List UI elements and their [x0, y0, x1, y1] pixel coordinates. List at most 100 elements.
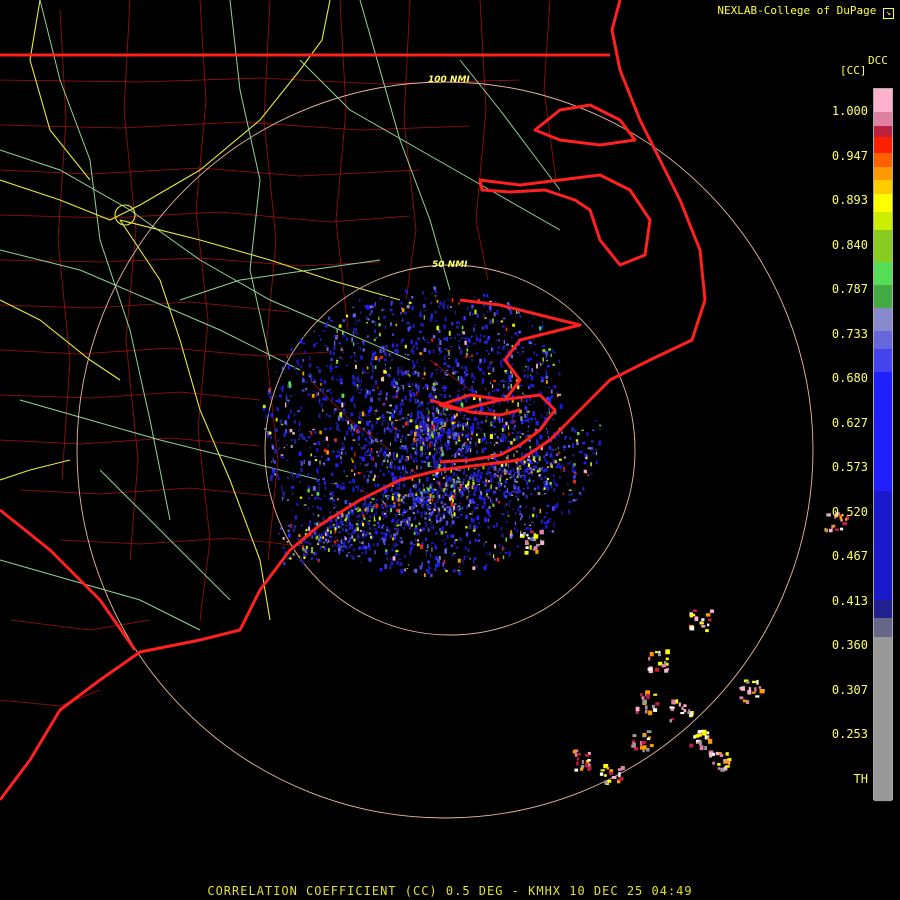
radar-echo-pixel	[456, 413, 458, 417]
radar-echo-pixel	[404, 554, 406, 558]
radar-echo-pixel	[459, 351, 463, 355]
radar-echo-pixel	[366, 471, 369, 473]
radar-echo-pixel	[479, 495, 482, 499]
radar-echo-pixel	[480, 427, 482, 432]
radar-echo-pixel	[657, 652, 661, 657]
radar-echo-pixel	[384, 347, 388, 350]
radar-echo-pixel	[471, 511, 474, 516]
radar-echo-pixel	[419, 528, 422, 532]
color-scale-band	[874, 89, 892, 112]
radar-echo-pixel	[508, 501, 510, 507]
radar-echo-pixel	[280, 423, 284, 426]
radar-echo-pixel	[416, 460, 418, 463]
radar-echo-pixel	[374, 329, 376, 333]
radar-echo-pixel	[502, 546, 504, 551]
radar-echo-pixel	[372, 527, 375, 529]
radar-echo-pixel	[350, 355, 352, 359]
radar-echo-pixel	[460, 432, 462, 434]
radar-echo-pixel	[398, 509, 401, 514]
radar-echo-pixel	[568, 445, 571, 448]
radar-echo-pixel	[598, 428, 602, 430]
radar-echo-pixel	[473, 528, 476, 530]
radar-echo-pixel	[524, 550, 529, 555]
radar-echo-pixel	[550, 484, 553, 489]
radar-echo-pixel	[429, 317, 433, 322]
color-scale-band	[874, 111, 892, 126]
radar-echo-pixel	[548, 447, 551, 450]
radar-echo-pixel	[472, 342, 476, 345]
radar-echo-pixel	[332, 450, 335, 453]
radar-echo-pixel	[342, 330, 344, 335]
radar-echo-pixel	[420, 412, 423, 416]
radar-echo-pixel	[519, 513, 522, 515]
radar-echo-pixel	[365, 440, 368, 442]
radar-echo-pixel	[304, 350, 306, 354]
radar-echo-pixel	[456, 571, 460, 573]
radar-echo-pixel	[311, 393, 315, 398]
radar-echo-pixel	[547, 364, 550, 368]
radar-echo-pixel	[432, 349, 435, 354]
radar-echo-pixel	[497, 332, 500, 335]
radar-echo-pixel	[400, 537, 403, 541]
radar-echo-pixel	[433, 456, 435, 461]
radar-echo-pixel	[396, 508, 399, 512]
radar-echo-pixel	[447, 365, 451, 369]
radar-echo-pixel	[433, 466, 436, 469]
radar-echo-pixel	[313, 522, 316, 526]
radar-echo-pixel	[559, 465, 562, 469]
radar-echo-pixel	[373, 513, 375, 516]
radar-echo-pixel	[371, 320, 375, 323]
radar-echo-pixel	[325, 413, 328, 416]
radar-echo-pixel	[495, 388, 497, 392]
radar-echo-pixel	[458, 440, 461, 442]
radar-echo-pixel	[367, 421, 370, 426]
radar-echo-pixel	[408, 385, 411, 387]
radar-echo-pixel	[404, 353, 406, 356]
radar-echo-pixel	[568, 489, 572, 492]
radar-echo-pixel	[648, 710, 653, 716]
radar-echo-pixel	[411, 388, 414, 391]
radar-echo-pixel	[445, 520, 449, 526]
radar-echo-pixel	[519, 436, 521, 439]
radar-echo-pixel	[450, 345, 453, 348]
radar-echo-pixel	[337, 416, 341, 421]
radar-echo-pixel	[331, 472, 334, 476]
radar-echo-pixel	[481, 497, 484, 499]
radar-echo-pixel	[413, 531, 416, 535]
radar-echo-pixel	[493, 425, 497, 428]
radar-echo-pixel	[444, 491, 447, 495]
radar-echo-pixel	[468, 486, 471, 489]
radar-echo-pixel	[829, 528, 833, 533]
radar-echo-pixel	[326, 532, 329, 536]
radar-echo-pixel	[507, 463, 509, 468]
radar-echo-pixel	[445, 474, 447, 479]
radar-echo-pixel	[756, 679, 759, 685]
radar-echo-pixel	[370, 497, 373, 499]
radar-echo-pixel	[440, 443, 442, 447]
radar-echo-pixel	[421, 541, 424, 545]
radar-echo-pixel	[482, 313, 485, 317]
radar-echo-pixel	[507, 515, 510, 517]
radar-echo-pixel	[550, 395, 553, 398]
radar-echo-pixel	[495, 301, 497, 304]
radar-echo-pixel	[460, 513, 463, 516]
radar-echo-pixel	[488, 480, 490, 483]
radar-echo-pixel	[344, 518, 347, 522]
radar-echo-pixel	[389, 416, 391, 421]
radar-echo-pixel	[525, 506, 527, 509]
radar-echo-pixel	[508, 440, 510, 443]
radar-echo-pixel	[546, 430, 549, 435]
radar-echo-pixel	[511, 363, 513, 366]
radar-echo-pixel	[379, 539, 381, 541]
radar-echo-pixel	[463, 443, 465, 447]
radar-echo-pixel	[412, 504, 415, 508]
radar-echo-pixel	[389, 353, 391, 357]
radar-echo-pixel	[349, 527, 352, 530]
radar-echo-pixel	[453, 472, 456, 477]
radar-echo-pixel	[513, 473, 515, 478]
radar-echo-pixel	[555, 453, 559, 456]
radar-echo-pixel	[443, 300, 446, 303]
radar-echo-pixel	[389, 412, 392, 414]
radar-echo-pixel	[362, 514, 365, 518]
color-scale-band	[874, 600, 892, 619]
